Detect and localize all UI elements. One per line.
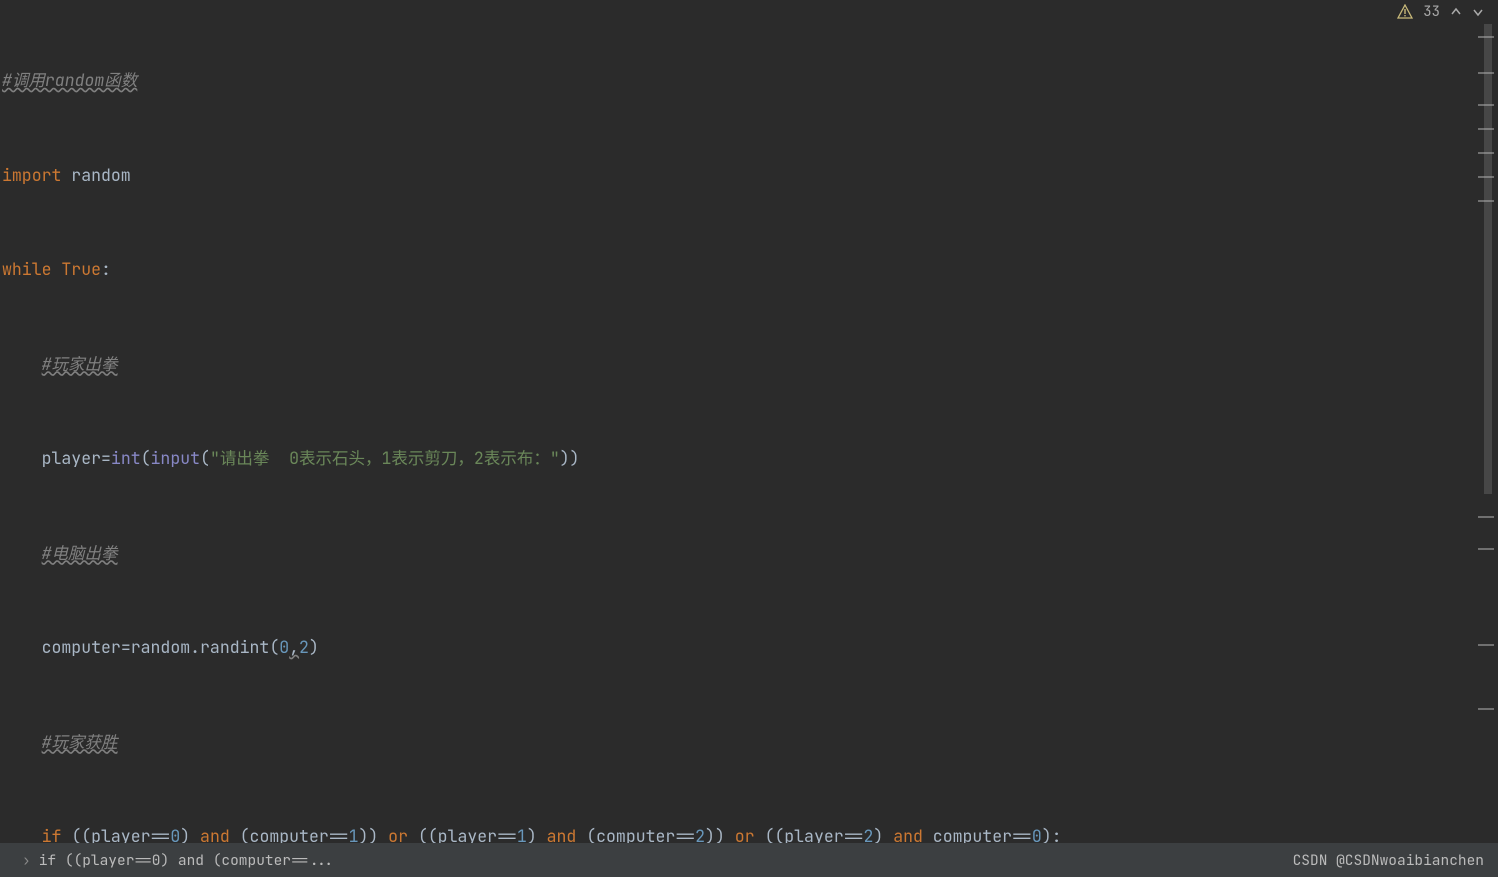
code-line: player=int(input("请出拳 0表示石头，1表示剪刀，2表示布："… [0,443,1470,475]
warning-count: 33 [1423,3,1440,21]
code-line: #玩家出拳 [0,349,1470,381]
breadcrumb-item[interactable]: if ((player==0) and (computer==... [39,851,335,870]
code-line: if ((player==0) and (computer==1)) or ((… [0,821,1470,843]
code-line: #玩家获胜 [0,727,1470,759]
code-line: #调用random函数 [0,65,1470,97]
code-line: while True: [0,254,1470,286]
code-editor[interactable]: #调用random函数 import random while True: #玩… [0,0,1470,843]
prev-highlight-icon[interactable] [1450,6,1462,18]
code-line: computer=random.randint(0,2) [0,632,1470,664]
warning-icon [1397,4,1413,20]
watermark-text: CSDN @CSDNwoaibianchen [1293,851,1484,870]
error-stripe-scrollbar[interactable] [1474,24,1496,843]
code-line: #电脑出拳 [0,538,1470,570]
next-highlight-icon[interactable] [1472,6,1484,18]
chevron-right-icon: › [22,851,31,870]
breadcrumb-bar: › if ((player==0) and (computer==... CSD… [0,843,1498,877]
code-line: import random [0,160,1470,192]
editor-root: 33 #调用random函数 import random while True:… [0,0,1498,877]
inspection-widget[interactable]: 33 [1397,0,1498,24]
